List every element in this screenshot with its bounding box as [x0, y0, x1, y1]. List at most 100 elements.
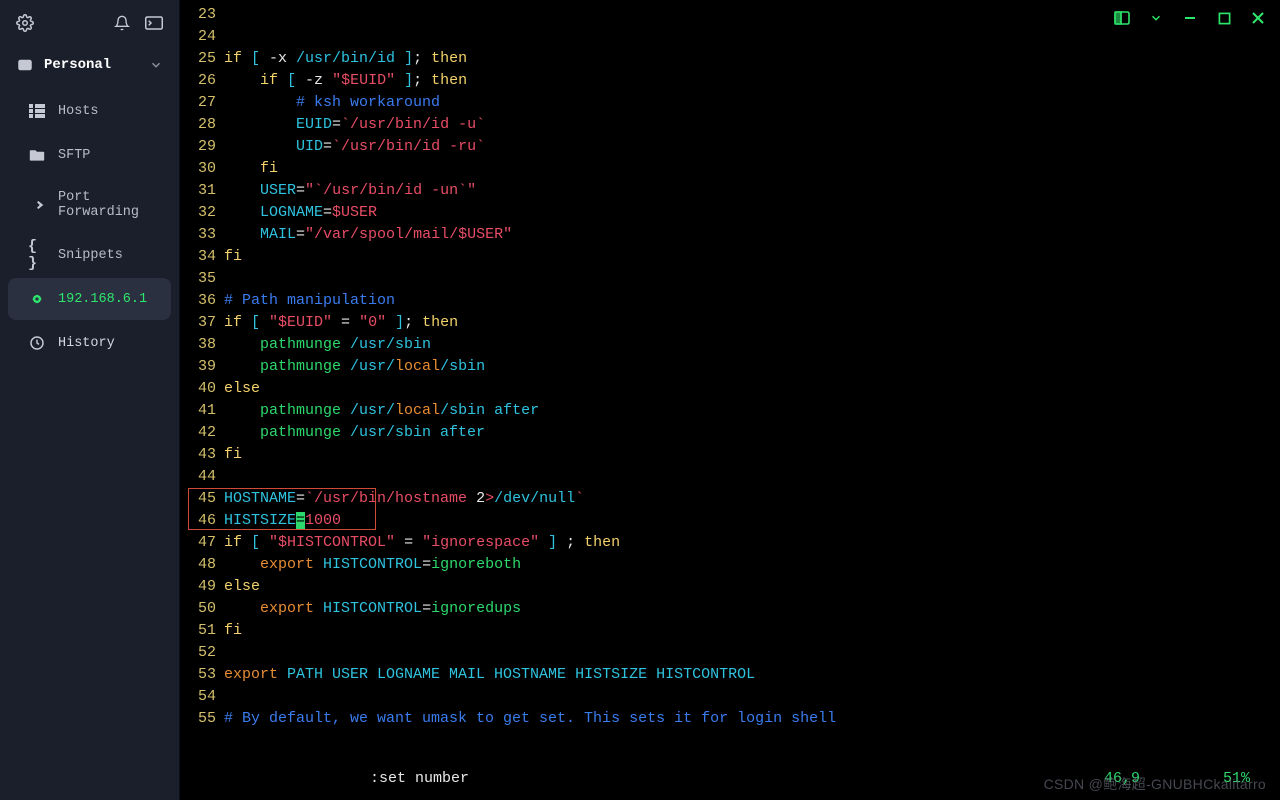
sidebar-item-hosts[interactable]: Hosts — [8, 90, 171, 132]
line-number: 34 — [180, 246, 224, 268]
line-number: 48 — [180, 554, 224, 576]
workspace-name: Personal — [44, 57, 111, 73]
settings-icon[interactable] — [16, 14, 34, 32]
sidebar-item-label: 192.168.6.1 — [58, 292, 147, 307]
code-line: 30 fi — [180, 158, 1280, 180]
code-text: pathmunge /usr/sbin after — [224, 422, 485, 444]
sidebar-item-port-forwarding[interactable]: Port Forwarding — [8, 178, 171, 232]
maximize-icon[interactable] — [1216, 10, 1232, 26]
code-line: 35 — [180, 268, 1280, 290]
workspace-icon — [16, 56, 34, 74]
line-number: 54 — [180, 686, 224, 708]
code-line: 45HOSTNAME=`/usr/bin/hostname 2>/dev/nul… — [180, 488, 1280, 510]
code-line: 27 # ksh workaround — [180, 92, 1280, 114]
sidebar-item-label: SFTP — [58, 148, 90, 163]
code-text: EUID=`/usr/bin/id -u` — [224, 114, 485, 136]
folder-icon — [28, 146, 46, 164]
sidebar-item-192-168-6-1[interactable]: 192.168.6.1 — [8, 278, 171, 320]
panel-icon[interactable] — [1114, 10, 1130, 26]
watermark: CSDN @鲍海超-GNUBHCkalitarro — [1044, 774, 1266, 794]
code-text: # Path manipulation — [224, 290, 395, 312]
nav-list: Hosts SFTP Port Forwarding { }Snippets 192.1… — [0, 88, 179, 366]
bell-icon[interactable] — [113, 14, 131, 32]
line-number: 30 — [180, 158, 224, 180]
line-number: 26 — [180, 70, 224, 92]
line-number: 28 — [180, 114, 224, 136]
line-number: 23 — [180, 4, 224, 26]
line-number: 37 — [180, 312, 224, 334]
code-line: 39 pathmunge /usr/local/sbin — [180, 356, 1280, 378]
code-text: else — [224, 378, 260, 400]
status-command: :set number — [370, 768, 469, 790]
sidebar-item-snippets[interactable]: { }Snippets — [8, 234, 171, 276]
line-number: 33 — [180, 224, 224, 246]
code-text: MAIL="/var/spool/mail/$USER" — [224, 224, 512, 246]
terminal-icon[interactable] — [145, 14, 163, 32]
line-number: 55 — [180, 708, 224, 730]
code-text: USER="`/usr/bin/id -un`" — [224, 180, 476, 202]
code-line: 33 MAIL="/var/spool/mail/$USER" — [180, 224, 1280, 246]
minimize-icon[interactable] — [1182, 10, 1198, 26]
editor[interactable]: 232425if [ -x /usr/bin/id ]; then26 if [… — [180, 0, 1280, 800]
clock-icon — [28, 334, 46, 352]
line-number: 31 — [180, 180, 224, 202]
code-text: if [ -x /usr/bin/id ]; then — [224, 48, 467, 70]
chevron-down-icon[interactable] — [1148, 10, 1164, 26]
sidebar-item-label: Hosts — [58, 104, 99, 119]
line-number: 29 — [180, 136, 224, 158]
code-text: pathmunge /usr/local/sbin after — [224, 400, 539, 422]
line-number: 43 — [180, 444, 224, 466]
code-text: pathmunge /usr/local/sbin — [224, 356, 485, 378]
code-line: 40else — [180, 378, 1280, 400]
code-text: export PATH USER LOGNAME MAIL HOSTNAME H… — [224, 664, 755, 686]
code-text: # By default, we want umask to get set. … — [224, 708, 836, 730]
line-number: 45 — [180, 488, 224, 510]
code-text: fi — [224, 246, 242, 268]
fwd-icon — [28, 196, 46, 214]
line-number: 51 — [180, 620, 224, 642]
sidebar-item-label: History — [58, 336, 115, 351]
code-line: 38 pathmunge /usr/sbin — [180, 334, 1280, 356]
code-line: 36# Path manipulation — [180, 290, 1280, 312]
code-line: 53export PATH USER LOGNAME MAIL HOSTNAME… — [180, 664, 1280, 686]
code-text: HISTSIZE=1000 — [224, 510, 341, 532]
line-number: 25 — [180, 48, 224, 70]
grid-icon — [28, 102, 46, 120]
code-line: 54 — [180, 686, 1280, 708]
sidebar: Personal Hosts SFTP Port Forwarding { }Snip… — [0, 0, 180, 800]
window-controls — [1114, 10, 1266, 26]
code-line: 52 — [180, 642, 1280, 664]
line-number: 36 — [180, 290, 224, 312]
workspace-selector[interactable]: Personal — [0, 42, 179, 88]
sidebar-top — [0, 0, 179, 42]
code-text: LOGNAME=$USER — [224, 202, 377, 224]
code-body[interactable]: 232425if [ -x /usr/bin/id ]; then26 if [… — [180, 4, 1280, 730]
sidebar-item-history[interactable]: History — [8, 322, 171, 364]
code-line: 42 pathmunge /usr/sbin after — [180, 422, 1280, 444]
sidebar-item-label: Port Forwarding — [58, 190, 155, 220]
code-text: if [ "$EUID" = "0" ]; then — [224, 312, 458, 334]
code-text: HOSTNAME=`/usr/bin/hostname 2>/dev/null` — [224, 488, 584, 510]
code-line: 31 USER="`/usr/bin/id -un`" — [180, 180, 1280, 202]
close-icon[interactable] — [1250, 10, 1266, 26]
code-text: if [ "$HISTCONTROL" = "ignorespace" ] ; … — [224, 532, 620, 554]
code-text: export HISTCONTROL=ignoredups — [224, 598, 521, 620]
code-line: 49else — [180, 576, 1280, 598]
sidebar-item-sftp[interactable]: SFTP — [8, 134, 171, 176]
code-line: 47if [ "$HISTCONTROL" = "ignorespace" ] … — [180, 532, 1280, 554]
code-line: 55# By default, we want umask to get set… — [180, 708, 1280, 730]
line-number: 52 — [180, 642, 224, 664]
code-line: 24 — [180, 26, 1280, 48]
line-number: 32 — [180, 202, 224, 224]
code-line: 32 LOGNAME=$USER — [180, 202, 1280, 224]
code-text: export HISTCONTROL=ignoreboth — [224, 554, 521, 576]
code-text: if [ -z "$EUID" ]; then — [224, 70, 467, 92]
code-line: 46HISTSIZE=1000 — [180, 510, 1280, 532]
line-number: 38 — [180, 334, 224, 356]
code-text: fi — [224, 158, 278, 180]
code-text: else — [224, 576, 260, 598]
code-line: 43fi — [180, 444, 1280, 466]
line-number: 41 — [180, 400, 224, 422]
code-text: pathmunge /usr/sbin — [224, 334, 431, 356]
chevron-down-icon — [149, 58, 163, 72]
